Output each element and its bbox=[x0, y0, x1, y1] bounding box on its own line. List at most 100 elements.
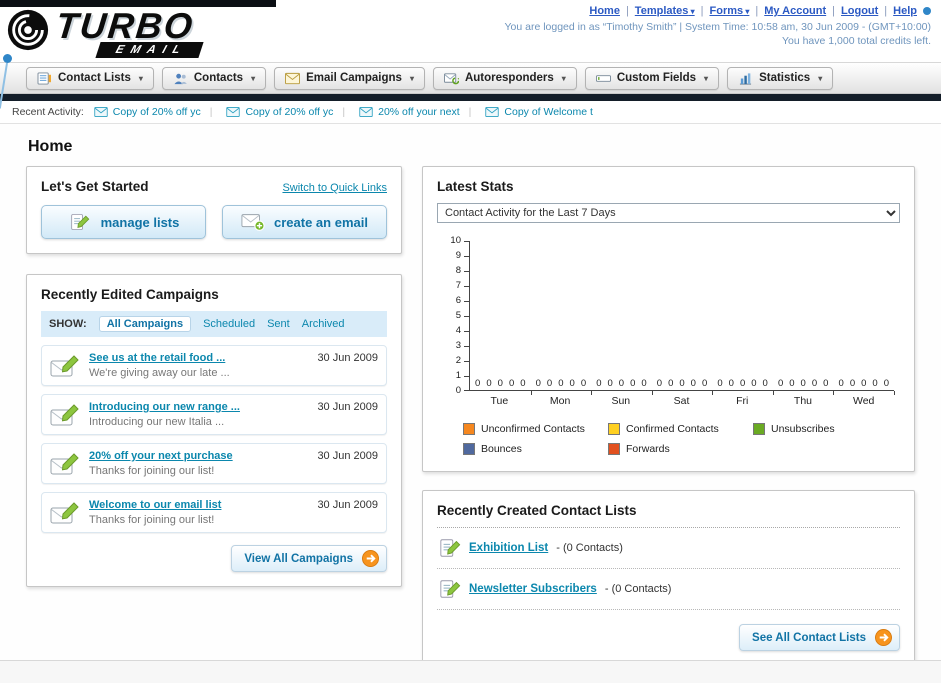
nav-tab-contacts[interactable]: Contacts bbox=[161, 66, 267, 90]
create-email-button[interactable]: create an email bbox=[222, 205, 387, 239]
legend-label: Unconfirmed Contacts bbox=[481, 423, 585, 435]
envelope-icon bbox=[226, 107, 240, 117]
view-all-campaigns-button[interactable]: View All Campaigns bbox=[231, 545, 387, 572]
chart-group: 00000 bbox=[652, 241, 713, 395]
legend-item-unconfirmed: Unconfirmed Contacts bbox=[463, 423, 608, 435]
header-link-home[interactable]: Home bbox=[589, 5, 620, 17]
app-logo: TURBO EMAIL bbox=[0, 0, 278, 109]
nav-tab-label: Contacts bbox=[193, 72, 244, 84]
campaign-date: 30 Jun 2009 bbox=[317, 352, 378, 364]
chart-group: 00000 bbox=[531, 241, 592, 395]
nav-tab-label: Autoresponders bbox=[464, 72, 554, 84]
chart-group: 00000 bbox=[773, 241, 835, 395]
header: TURBO EMAIL HomeTemplatesFormsMy Account… bbox=[0, 0, 941, 109]
nav-tab-autoresponders[interactable]: Autoresponders bbox=[432, 66, 577, 90]
legend-swatch bbox=[608, 443, 620, 455]
chart-x-tick-label: Tue bbox=[490, 395, 509, 407]
campaign-list-item[interactable]: Welcome to our email list Thanks for joi… bbox=[41, 492, 387, 533]
campaign-subtitle: Thanks for joining our list! bbox=[89, 465, 215, 477]
campaign-text: See us at the retail food ... We're givi… bbox=[89, 352, 308, 379]
recent-activity-item[interactable]: Copy of Welcome t bbox=[460, 106, 593, 118]
edit-email-icon bbox=[50, 452, 80, 476]
nav-tab-email-campaigns[interactable]: Email Campaigns bbox=[274, 66, 425, 90]
legend-swatch bbox=[608, 423, 620, 435]
filter-archived[interactable]: Archived bbox=[302, 318, 345, 330]
campaign-list-item[interactable]: 20% off your next purchase Thanks for jo… bbox=[41, 443, 387, 484]
stats-title: Latest Stats bbox=[437, 179, 514, 194]
header-link-my-account[interactable]: My Account bbox=[749, 5, 826, 17]
legend-label: Forwards bbox=[626, 443, 670, 455]
page-footer bbox=[0, 660, 941, 683]
recent-activity-item-label: 20% off your next bbox=[378, 106, 460, 118]
nav-tab-label: Statistics bbox=[759, 72, 811, 84]
legend-label: Unsubscribes bbox=[771, 423, 835, 435]
campaign-title-link[interactable]: 20% off your next purchase bbox=[89, 450, 308, 462]
logo-spiral-icon bbox=[6, 8, 50, 52]
go-arrow-icon bbox=[875, 629, 892, 646]
see-all-contact-lists-button[interactable]: See All Contact Lists bbox=[739, 624, 900, 651]
contact-list-item[interactable]: Newsletter Subscribers - (0 Contacts) bbox=[437, 569, 900, 610]
header-link-help[interactable]: Help bbox=[878, 5, 917, 17]
filter-sent[interactable]: Sent bbox=[267, 318, 290, 330]
envelope-icon bbox=[485, 107, 499, 117]
recent-activity-bar: Recent Activity: Copy of 20% off yc Copy… bbox=[0, 101, 941, 124]
nav-tab-contact-lists[interactable]: Contact Lists bbox=[26, 66, 154, 90]
campaigns-filter-bar: SHOW: All Campaigns Scheduled Sent Archi… bbox=[41, 311, 387, 337]
contact-lists-panel: Recently Created Contact Lists Exhibitio… bbox=[422, 490, 915, 666]
chart-legend: Unconfirmed Contacts Confirmed Contacts … bbox=[463, 423, 900, 455]
nav-tab-statistics[interactable]: Statistics bbox=[727, 66, 834, 90]
show-label: SHOW: bbox=[49, 318, 87, 330]
contact-list-item[interactable]: Exhibition List - (0 Contacts) bbox=[437, 528, 900, 569]
chart-group: 00000 bbox=[591, 241, 653, 395]
chart-y-axis: 0 1 2 3 4 5 6 7 8 9 10 bbox=[443, 236, 469, 396]
campaign-list-item[interactable]: Introducing our new range ... Introducin… bbox=[41, 394, 387, 435]
get-started-panel: Let's Get Started Switch to Quick Links … bbox=[26, 166, 402, 254]
main-content: Home Let's Get Started Switch to Quick L… bbox=[0, 124, 941, 666]
autoresponders-icon bbox=[444, 72, 459, 85]
pencil-page-icon bbox=[439, 537, 461, 559]
recent-activity-item[interactable]: Copy of 20% off yc bbox=[201, 106, 334, 118]
get-started-title: Let's Get Started bbox=[41, 179, 149, 194]
nav-tab-custom-fields[interactable]: Custom Fields bbox=[584, 66, 720, 90]
create-email-label: create an email bbox=[274, 214, 368, 230]
contact-activity-chart: 0 1 2 3 4 5 6 7 8 9 10 000000000000000000000000000… bbox=[443, 236, 895, 407]
recent-activity-item[interactable]: 20% off your next bbox=[333, 106, 460, 118]
chart-x-tick-label: Sat bbox=[673, 395, 690, 407]
switch-quick-links-link[interactable]: Switch to Quick Links bbox=[282, 182, 387, 194]
header-link-forms[interactable]: Forms bbox=[695, 5, 750, 17]
stats-period-select[interactable]: Contact Activity for the Last 7 Days bbox=[437, 203, 900, 223]
filter-all-campaigns[interactable]: All Campaigns bbox=[98, 316, 192, 332]
legend-item-confirmed: Confirmed Contacts bbox=[608, 423, 753, 435]
legend-item-forwards: Forwards bbox=[608, 443, 753, 455]
campaign-subtitle: We're giving away our late ... bbox=[89, 367, 230, 379]
campaign-subtitle: Thanks for joining our list! bbox=[89, 514, 215, 526]
recent-activity-item-label: Copy of 20% off yc bbox=[245, 106, 334, 118]
manage-lists-button[interactable]: manage lists bbox=[41, 205, 206, 239]
filter-scheduled[interactable]: Scheduled bbox=[203, 318, 255, 330]
app-window: TURBO EMAIL HomeTemplatesFormsMy Account… bbox=[0, 0, 941, 683]
envelope-plus-icon bbox=[241, 212, 265, 232]
campaign-date: 30 Jun 2009 bbox=[317, 499, 378, 511]
header-link-logout[interactable]: Logout bbox=[826, 5, 878, 17]
contact-list-details: - (0 Contacts) bbox=[556, 542, 623, 554]
contact-list-name-link[interactable]: Newsletter Subscribers bbox=[469, 583, 597, 595]
chart-x-tick-label: Fri bbox=[736, 395, 749, 407]
logo-title: TURBO bbox=[53, 5, 197, 46]
contacts-icon bbox=[173, 72, 188, 85]
campaign-title-link[interactable]: Welcome to our email list bbox=[89, 499, 308, 511]
legend-swatch bbox=[463, 423, 475, 435]
campaign-text: 20% off your next purchase Thanks for jo… bbox=[89, 450, 308, 477]
campaigns-panel: Recently Edited Campaigns SHOW: All Camp… bbox=[26, 274, 402, 587]
campaign-list-item[interactable]: See us at the retail food ... We're givi… bbox=[41, 345, 387, 386]
campaign-title-link[interactable]: Introducing our new range ... bbox=[89, 401, 308, 413]
chart-plot-groups: 00000000000000000000000000000000000 bbox=[470, 241, 895, 395]
header-link-templates[interactable]: Templates bbox=[620, 5, 695, 17]
nav-tab-label: Email Campaigns bbox=[306, 72, 402, 84]
contact-list-name-link[interactable]: Exhibition List bbox=[469, 542, 548, 554]
campaign-title-link[interactable]: See us at the retail food ... bbox=[89, 352, 308, 364]
recent-activity-item[interactable]: Copy of 20% off yc bbox=[94, 106, 201, 118]
logo-dot bbox=[3, 54, 12, 63]
edit-email-icon bbox=[50, 501, 80, 525]
statistics-icon bbox=[738, 72, 753, 85]
campaign-text: Welcome to our email list Thanks for joi… bbox=[89, 499, 308, 526]
